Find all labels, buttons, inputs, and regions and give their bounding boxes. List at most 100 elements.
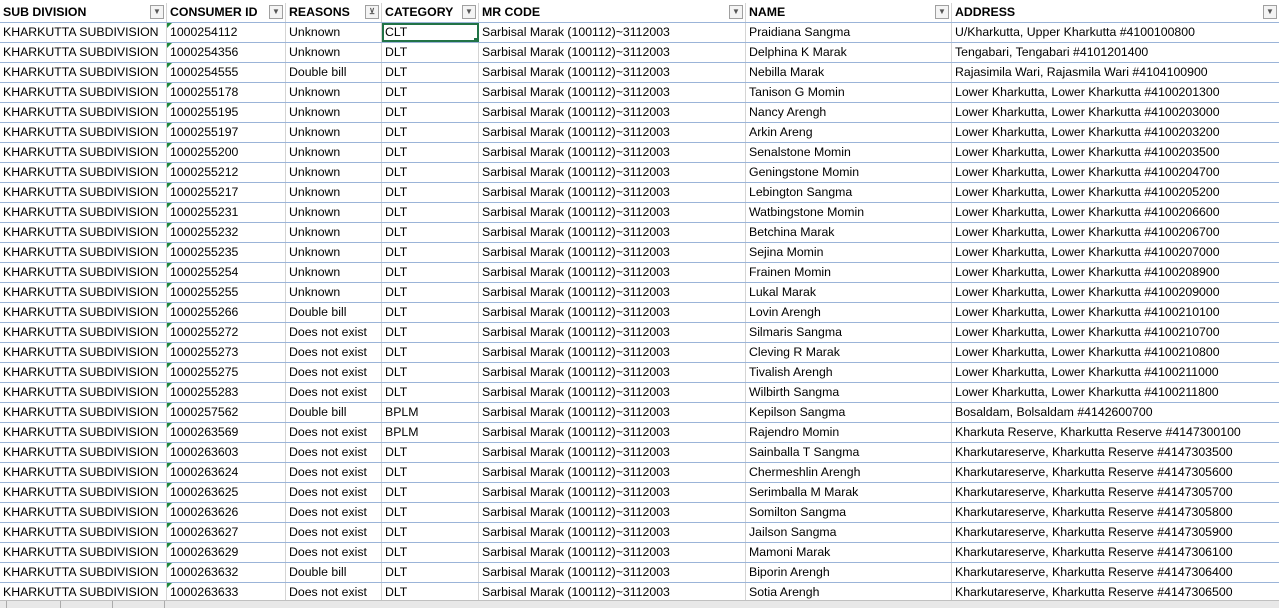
cell-address[interactable]: Lower Kharkutta, Lower Kharkutta #410020… <box>952 83 1279 102</box>
cell-category[interactable]: DLT <box>382 563 479 582</box>
cell-reasons[interactable]: Unknown <box>286 223 382 242</box>
cell-sub-division[interactable]: KHARKUTTA SUBDIVISION <box>0 103 167 122</box>
cell-sub-division[interactable]: KHARKUTTA SUBDIVISION <box>0 403 167 422</box>
cell-sub-division[interactable]: KHARKUTTA SUBDIVISION <box>0 523 167 542</box>
cell-consumer-id[interactable]: 1000254112 <box>167 23 286 42</box>
cell-consumer-id[interactable]: 1000255275 <box>167 363 286 382</box>
cell-category[interactable]: DLT <box>382 243 479 262</box>
cell-address[interactable]: Lower Kharkutta, Lower Kharkutta #410020… <box>952 103 1279 122</box>
cell-consumer-id[interactable]: 1000255255 <box>167 283 286 302</box>
column-header-consumer-id[interactable]: CONSUMER ID ▼ <box>167 3 286 22</box>
cell-name[interactable]: Tanison G Momin <box>746 83 952 102</box>
cell-sub-division[interactable]: KHARKUTTA SUBDIVISION <box>0 323 167 342</box>
cell-consumer-id[interactable]: 1000255200 <box>167 143 286 162</box>
cell-sub-division[interactable]: KHARKUTTA SUBDIVISION <box>0 83 167 102</box>
cell-consumer-id[interactable]: 1000263569 <box>167 423 286 442</box>
cell-consumer-id[interactable]: 1000255212 <box>167 163 286 182</box>
cell-address[interactable]: Lower Kharkutta, Lower Kharkutta #410021… <box>952 363 1279 382</box>
cell-consumer-id[interactable]: 1000255232 <box>167 223 286 242</box>
cell-consumer-id[interactable]: 1000263627 <box>167 523 286 542</box>
cell-reasons[interactable]: Double bill <box>286 563 382 582</box>
cell-address[interactable]: Lower Kharkutta, Lower Kharkutta #410020… <box>952 283 1279 302</box>
cell-category[interactable]: DLT <box>382 323 479 342</box>
cell-mr-code[interactable]: Sarbisal Marak (100112)~3112003 <box>479 523 746 542</box>
cell-mr-code[interactable]: Sarbisal Marak (100112)~3112003 <box>479 403 746 422</box>
cell-reasons[interactable]: Double bill <box>286 403 382 422</box>
cell-name[interactable]: Frainen Momin <box>746 263 952 282</box>
cell-consumer-id[interactable]: 1000254356 <box>167 43 286 62</box>
cell-category[interactable]: DLT <box>382 103 479 122</box>
cell-mr-code[interactable]: Sarbisal Marak (100112)~3112003 <box>479 343 746 362</box>
cell-address[interactable]: Lower Kharkutta, Lower Kharkutta #410020… <box>952 203 1279 222</box>
cell-mr-code[interactable]: Sarbisal Marak (100112)~3112003 <box>479 123 746 142</box>
cell-sub-division[interactable]: KHARKUTTA SUBDIVISION <box>0 423 167 442</box>
cell-sub-division[interactable]: KHARKUTTA SUBDIVISION <box>0 503 167 522</box>
cell-reasons[interactable]: Unknown <box>286 283 382 302</box>
cell-address[interactable]: Lower Kharkutta, Lower Kharkutta #410020… <box>952 243 1279 262</box>
cell-mr-code[interactable]: Sarbisal Marak (100112)~3112003 <box>479 463 746 482</box>
cell-category[interactable]: DLT <box>382 123 479 142</box>
cell-category[interactable]: DLT <box>382 363 479 382</box>
filter-dropdown-icon[interactable]: ▼ <box>462 5 476 19</box>
cell-mr-code[interactable]: Sarbisal Marak (100112)~3112003 <box>479 303 746 322</box>
cell-category[interactable]: CLT <box>382 23 479 42</box>
cell-consumer-id[interactable]: 1000255272 <box>167 323 286 342</box>
cell-consumer-id[interactable]: 1000255254 <box>167 263 286 282</box>
cell-mr-code[interactable]: Sarbisal Marak (100112)~3112003 <box>479 283 746 302</box>
cell-sub-division[interactable]: KHARKUTTA SUBDIVISION <box>0 123 167 142</box>
cell-category[interactable]: DLT <box>382 483 479 502</box>
cell-name[interactable]: Tivalish Arengh <box>746 363 952 382</box>
cell-address[interactable]: Lower Kharkutta, Lower Kharkutta #410020… <box>952 223 1279 242</box>
cell-reasons[interactable]: Unknown <box>286 203 382 222</box>
cell-name[interactable]: Lovin Arengh <box>746 303 952 322</box>
cell-reasons[interactable]: Unknown <box>286 243 382 262</box>
cell-consumer-id[interactable]: 1000263624 <box>167 463 286 482</box>
cell-name[interactable]: Geningstone Momin <box>746 163 952 182</box>
cell-address[interactable]: Kharkutareserve, Kharkutta Reserve #4147… <box>952 503 1279 522</box>
cell-address[interactable]: Lower Kharkutta, Lower Kharkutta #410020… <box>952 123 1279 142</box>
cell-address[interactable]: Tengabari, Tengabari #4101201400 <box>952 43 1279 62</box>
cell-mr-code[interactable]: Sarbisal Marak (100112)~3112003 <box>479 563 746 582</box>
cell-name[interactable]: Somilton Sangma <box>746 503 952 522</box>
cell-reasons[interactable]: Does not exist <box>286 543 382 562</box>
cell-reasons[interactable]: Unknown <box>286 23 382 42</box>
column-header-reasons[interactable]: REASONS ⊻ <box>286 3 382 22</box>
cell-reasons[interactable]: Does not exist <box>286 523 382 542</box>
cell-consumer-id[interactable]: 1000255178 <box>167 83 286 102</box>
cell-address[interactable]: Kharkutareserve, Kharkutta Reserve #4147… <box>952 463 1279 482</box>
cell-mr-code[interactable]: Sarbisal Marak (100112)~3112003 <box>479 483 746 502</box>
cell-sub-division[interactable]: KHARKUTTA SUBDIVISION <box>0 443 167 462</box>
cell-category[interactable]: BPLM <box>382 423 479 442</box>
cell-category[interactable]: DLT <box>382 83 479 102</box>
cell-mr-code[interactable]: Sarbisal Marak (100112)~3112003 <box>479 103 746 122</box>
cell-name[interactable]: Nebilla Marak <box>746 63 952 82</box>
cell-category[interactable]: DLT <box>382 223 479 242</box>
cell-reasons[interactable]: Does not exist <box>286 483 382 502</box>
cell-address[interactable]: Kharkutareserve, Kharkutta Reserve #4147… <box>952 443 1279 462</box>
cell-mr-code[interactable]: Sarbisal Marak (100112)~3112003 <box>479 503 746 522</box>
cell-name[interactable]: Delphina K Marak <box>746 43 952 62</box>
cell-name[interactable]: Lukal Marak <box>746 283 952 302</box>
cell-reasons[interactable]: Unknown <box>286 123 382 142</box>
cell-reasons[interactable]: Does not exist <box>286 323 382 342</box>
cell-mr-code[interactable]: Sarbisal Marak (100112)~3112003 <box>479 63 746 82</box>
cell-sub-division[interactable]: KHARKUTTA SUBDIVISION <box>0 23 167 42</box>
cell-name[interactable]: Wilbirth Sangma <box>746 383 952 402</box>
cell-reasons[interactable]: Does not exist <box>286 363 382 382</box>
cell-name[interactable]: Betchina Marak <box>746 223 952 242</box>
cell-sub-division[interactable]: KHARKUTTA SUBDIVISION <box>0 183 167 202</box>
cell-reasons[interactable]: Unknown <box>286 143 382 162</box>
cell-reasons[interactable]: Does not exist <box>286 383 382 402</box>
cell-mr-code[interactable]: Sarbisal Marak (100112)~3112003 <box>479 323 746 342</box>
cell-sub-division[interactable]: KHARKUTTA SUBDIVISION <box>0 243 167 262</box>
cell-category[interactable]: DLT <box>382 523 479 542</box>
cell-mr-code[interactable]: Sarbisal Marak (100112)~3112003 <box>479 423 746 442</box>
cell-reasons[interactable]: Does not exist <box>286 423 382 442</box>
cell-mr-code[interactable]: Sarbisal Marak (100112)~3112003 <box>479 363 746 382</box>
cell-address[interactable]: Lower Kharkutta, Lower Kharkutta #410020… <box>952 183 1279 202</box>
cell-sub-division[interactable]: KHARKUTTA SUBDIVISION <box>0 303 167 322</box>
filter-dropdown-icon[interactable]: ▼ <box>729 5 743 19</box>
cell-name[interactable]: Lebington Sangma <box>746 183 952 202</box>
cell-sub-division[interactable]: KHARKUTTA SUBDIVISION <box>0 163 167 182</box>
cell-address[interactable]: U/Kharkutta, Upper Kharkutta #4100100800 <box>952 23 1279 42</box>
